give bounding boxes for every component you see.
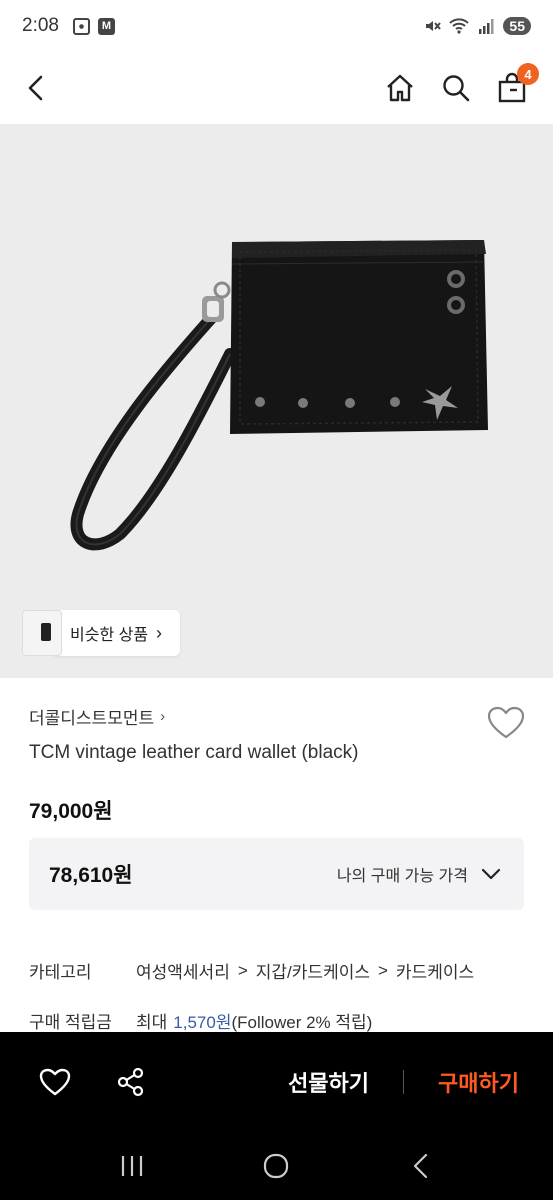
- cart-count-badge: 4: [517, 63, 539, 85]
- category-key: 카테고리: [29, 963, 92, 982]
- heart-icon: [487, 706, 525, 739]
- home-button[interactable]: [383, 71, 417, 105]
- m-app-icon: M: [97, 17, 115, 35]
- brand-arrow-icon: ›: [160, 708, 166, 725]
- points-key: 구매 적립금: [29, 1013, 112, 1032]
- status-bar: 2:08 M 55: [0, 0, 553, 52]
- back-icon: [28, 75, 43, 101]
- similar-products[interactable]: 비슷한 상품 ›: [22, 610, 181, 656]
- system-home-button[interactable]: [256, 1146, 296, 1186]
- system-back-icon: [413, 1153, 427, 1179]
- screenshot-icon: [72, 17, 90, 35]
- battery-indicator: 55: [503, 17, 531, 35]
- wifi-icon: [449, 18, 470, 34]
- my-price-box[interactable]: 78,610원 나의 구매 가능 가격: [29, 838, 524, 910]
- brand-name: 더콜디스트모먼트: [29, 709, 155, 728]
- category-level-3[interactable]: 카드케이스: [396, 958, 474, 983]
- product-price: 79,000원: [29, 800, 113, 823]
- similar-thumbnail: [22, 610, 62, 656]
- share-icon: [117, 1067, 144, 1097]
- wallet-illustration: [70, 240, 488, 551]
- points-row: 구매 적립금 최대 1,570원 (Follower 2% 적립): [29, 1008, 372, 1033]
- product-image[interactable]: 비슷한 상품 ›: [0, 124, 553, 678]
- points-prefix: 최대: [136, 1013, 168, 1032]
- wishlist-button[interactable]: [487, 706, 525, 744]
- my-price-label: 나의 구매 가능 가격: [336, 868, 468, 885]
- top-nav: 4: [0, 52, 553, 124]
- status-left-icons: M: [72, 17, 115, 35]
- home-circle-icon: [264, 1153, 289, 1179]
- similar-products-button[interactable]: 비슷한 상품 ›: [52, 610, 181, 656]
- search-icon: [443, 75, 470, 102]
- signal-icon: [479, 19, 494, 34]
- chevron-down-icon: [481, 868, 501, 880]
- system-nav-bar: [0, 1132, 553, 1200]
- category-row: 카테고리 여성액세서리 > 지갑/카드케이스 > 카드케이스: [29, 958, 474, 983]
- brand-link[interactable]: 더콜디스트모먼트 ›: [29, 704, 524, 729]
- system-back-button[interactable]: [401, 1146, 441, 1186]
- status-time: 2:08: [22, 15, 59, 36]
- status-right-icons: 55: [423, 17, 531, 35]
- cart-button[interactable]: 4: [495, 63, 539, 105]
- buy-button[interactable]: 구매하기: [438, 1066, 519, 1098]
- similar-label: 비슷한 상품: [70, 627, 149, 644]
- mute-icon: [426, 21, 442, 31]
- bottom-action-bar: 선물하기 구매하기: [0, 1032, 553, 1132]
- category-breadcrumb: 여성액세서리 > 지갑/카드케이스 > 카드케이스: [136, 958, 474, 983]
- gift-button[interactable]: 선물하기: [288, 1066, 369, 1098]
- similar-arrow-icon: ›: [156, 622, 163, 643]
- breadcrumb-separator: >: [377, 960, 388, 980]
- home-icon: [387, 74, 413, 102]
- nav-actions: 4: [383, 63, 539, 105]
- category-level-2[interactable]: 지갑/카드케이스: [256, 958, 370, 983]
- breadcrumb-separator: >: [237, 960, 248, 980]
- category-level-1[interactable]: 여성액세서리: [136, 958, 230, 983]
- share-button[interactable]: [114, 1065, 148, 1099]
- product-page: 2:08 M 55 4 비슷한 상품 › 더콜디스트모먼트 › TCM vint…: [0, 0, 553, 1200]
- action-divider: [403, 1070, 405, 1094]
- search-button[interactable]: [439, 71, 473, 105]
- recent-apps-button[interactable]: [112, 1146, 152, 1186]
- back-button[interactable]: [24, 68, 64, 108]
- points-value: 1,570원: [173, 1013, 232, 1032]
- my-price-value: 78,610원: [49, 864, 133, 887]
- heart-icon: [39, 1068, 71, 1096]
- wishlist-bottom-button[interactable]: [38, 1065, 72, 1099]
- points-suffix: (Follower 2% 적립): [231, 1013, 373, 1032]
- product-title: TCM vintage leather card wallet (black): [29, 742, 359, 763]
- recent-apps-icon: [122, 1156, 143, 1176]
